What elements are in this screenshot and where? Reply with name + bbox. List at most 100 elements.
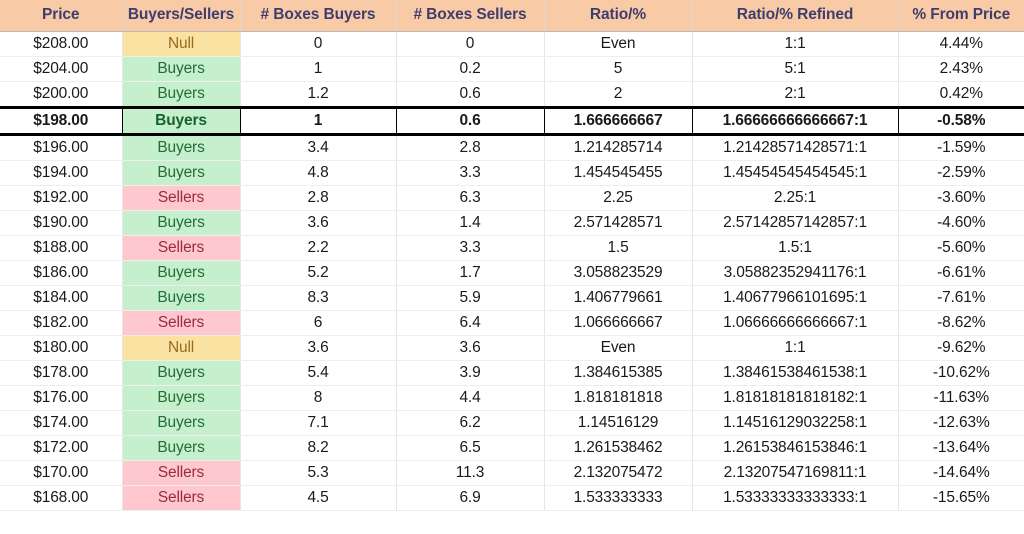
- cell-boxes-buyers[interactable]: 8.3: [240, 285, 397, 311]
- cell-ratio-refined[interactable]: 1.14516129032258:1: [692, 410, 899, 436]
- cell-boxes-sellers[interactable]: 11.3: [396, 460, 545, 486]
- cell-boxes-buyers[interactable]: 4.5: [240, 485, 397, 511]
- cell-ratio[interactable]: 1.14516129: [544, 410, 693, 436]
- cell-boxes-sellers[interactable]: 3.6: [396, 335, 545, 361]
- cell-ratio-refined[interactable]: 3.05882352941176:1: [692, 260, 899, 286]
- table-row[interactable]: $204.00 Buyers 1 0.2 5 5:1 2.43%: [0, 56, 1024, 82]
- cell-ratio[interactable]: 1.818181818: [544, 385, 693, 411]
- status-badge[interactable]: Buyers: [122, 81, 241, 108]
- cell-boxes-sellers[interactable]: 6.3: [396, 185, 545, 211]
- status-badge[interactable]: Sellers: [122, 485, 241, 511]
- cell-ratio[interactable]: 1.066666667: [544, 310, 693, 336]
- cell-price[interactable]: $176.00: [0, 385, 123, 411]
- cell-ratio[interactable]: 1.533333333: [544, 485, 693, 511]
- cell-price[interactable]: $168.00: [0, 485, 123, 511]
- cell-price[interactable]: $170.00: [0, 460, 123, 486]
- cell-pct-from-price[interactable]: -14.64%: [898, 460, 1024, 486]
- status-badge[interactable]: Sellers: [122, 235, 241, 261]
- status-badge[interactable]: Buyers: [122, 260, 241, 286]
- column-header-boxes-sellers[interactable]: # Boxes Sellers: [396, 0, 545, 32]
- cell-boxes-buyers[interactable]: 5.3: [240, 460, 397, 486]
- cell-ratio-refined[interactable]: 1.45454545454545:1: [692, 160, 899, 186]
- table-row[interactable]: $182.00 Sellers 6 6.4 1.066666667 1.066666666…: [0, 310, 1024, 336]
- cell-ratio-refined[interactable]: 1.21428571428571:1: [692, 134, 899, 161]
- table-row[interactable]: $176.00 Buyers 8 4.4 1.818181818 1.8181818181…: [0, 385, 1024, 411]
- status-badge[interactable]: Buyers: [122, 385, 241, 411]
- cell-ratio-refined[interactable]: 1.53333333333333:1: [692, 485, 899, 511]
- cell-price[interactable]: $182.00: [0, 310, 123, 336]
- status-badge[interactable]: Buyers: [122, 210, 241, 236]
- cell-boxes-buyers[interactable]: 3.6: [240, 210, 397, 236]
- cell-pct-from-price[interactable]: -10.62%: [898, 360, 1024, 386]
- table-row[interactable]: $198.00 Buyers 1 0.6 1.666666667 1.6666666666…: [0, 106, 1024, 136]
- cell-ratio-refined[interactable]: 2:1: [692, 81, 899, 108]
- table-row[interactable]: $178.00 Buyers 5.4 3.9 1.384615385 1.38461538…: [0, 360, 1024, 386]
- cell-boxes-buyers[interactable]: 3.6: [240, 335, 397, 361]
- cell-pct-from-price[interactable]: -11.63%: [898, 385, 1024, 411]
- cell-ratio-refined[interactable]: 1:1: [692, 335, 899, 361]
- cell-price[interactable]: $208.00: [0, 31, 123, 57]
- cell-price[interactable]: $178.00: [0, 360, 123, 386]
- table-row[interactable]: $196.00 Buyers 3.4 2.8 1.214285714 1.21428571…: [0, 134, 1024, 161]
- cell-pct-from-price[interactable]: -0.58%: [898, 106, 1024, 136]
- cell-pct-from-price[interactable]: -1.59%: [898, 134, 1024, 161]
- cell-ratio-refined[interactable]: 2.13207547169811:1: [692, 460, 899, 486]
- cell-pct-from-price[interactable]: -9.62%: [898, 335, 1024, 361]
- status-badge[interactable]: Buyers: [122, 360, 241, 386]
- cell-pct-from-price[interactable]: -5.60%: [898, 235, 1024, 261]
- cell-ratio[interactable]: 1.454545455: [544, 160, 693, 186]
- table-row[interactable]: $188.00 Sellers 2.2 3.3 1.5 1.5:1 -5.60%: [0, 235, 1024, 261]
- table-row[interactable]: $168.00 Sellers 4.5 6.9 1.533333333 1.5333333…: [0, 485, 1024, 511]
- cell-ratio[interactable]: Even: [544, 335, 693, 361]
- cell-boxes-buyers[interactable]: 8.2: [240, 435, 397, 461]
- cell-pct-from-price[interactable]: -6.61%: [898, 260, 1024, 286]
- cell-boxes-buyers[interactable]: 6: [240, 310, 397, 336]
- cell-boxes-buyers[interactable]: 0: [240, 31, 397, 57]
- cell-price[interactable]: $196.00: [0, 134, 123, 161]
- status-badge[interactable]: Sellers: [122, 460, 241, 486]
- cell-price[interactable]: $194.00: [0, 160, 123, 186]
- status-badge[interactable]: Buyers: [122, 410, 241, 436]
- cell-boxes-buyers[interactable]: 5.2: [240, 260, 397, 286]
- cell-ratio[interactable]: 5: [544, 56, 693, 82]
- column-header-pct-from-price[interactable]: % From Price: [898, 0, 1024, 32]
- column-header-price[interactable]: Price: [0, 0, 123, 32]
- cell-boxes-sellers[interactable]: 0.6: [396, 81, 545, 108]
- table-row[interactable]: $174.00 Buyers 7.1 6.2 1.14516129 1.145161290…: [0, 410, 1024, 436]
- cell-price[interactable]: $172.00: [0, 435, 123, 461]
- cell-price[interactable]: $188.00: [0, 235, 123, 261]
- cell-pct-from-price[interactable]: -13.64%: [898, 435, 1024, 461]
- cell-ratio-refined[interactable]: 1.26153846153846:1: [692, 435, 899, 461]
- cell-boxes-buyers[interactable]: 1.2: [240, 81, 397, 108]
- cell-pct-from-price[interactable]: -7.61%: [898, 285, 1024, 311]
- status-badge[interactable]: Sellers: [122, 310, 241, 336]
- column-header-buyers-sellers[interactable]: Buyers/Sellers: [122, 0, 241, 32]
- cell-boxes-buyers[interactable]: 4.8: [240, 160, 397, 186]
- status-badge[interactable]: Sellers: [122, 185, 241, 211]
- status-badge[interactable]: Null: [122, 335, 241, 361]
- cell-boxes-buyers[interactable]: 5.4: [240, 360, 397, 386]
- cell-boxes-sellers[interactable]: 6.2: [396, 410, 545, 436]
- cell-pct-from-price[interactable]: -2.59%: [898, 160, 1024, 186]
- cell-boxes-buyers[interactable]: 1: [240, 106, 397, 136]
- cell-ratio[interactable]: 1.5: [544, 235, 693, 261]
- cell-boxes-sellers[interactable]: 1.4: [396, 210, 545, 236]
- cell-boxes-sellers[interactable]: 2.8: [396, 134, 545, 161]
- table-row[interactable]: $192.00 Sellers 2.8 6.3 2.25 2.25:1 -3.60%: [0, 185, 1024, 211]
- status-badge[interactable]: Buyers: [122, 435, 241, 461]
- cell-ratio[interactable]: 1.214285714: [544, 134, 693, 161]
- status-badge[interactable]: Buyers: [122, 160, 241, 186]
- cell-ratio-refined[interactable]: 1.5:1: [692, 235, 899, 261]
- table-row[interactable]: $186.00 Buyers 5.2 1.7 3.058823529 3.05882352…: [0, 260, 1024, 286]
- cell-price[interactable]: $192.00: [0, 185, 123, 211]
- cell-ratio[interactable]: 2.25: [544, 185, 693, 211]
- cell-boxes-sellers[interactable]: 0.2: [396, 56, 545, 82]
- cell-ratio[interactable]: 2.571428571: [544, 210, 693, 236]
- cell-ratio-refined[interactable]: 1.81818181818182:1: [692, 385, 899, 411]
- cell-boxes-buyers[interactable]: 3.4: [240, 134, 397, 161]
- table-row[interactable]: $170.00 Sellers 5.3 11.3 2.132075472 2.132075…: [0, 460, 1024, 486]
- cell-ratio-refined[interactable]: 2.25:1: [692, 185, 899, 211]
- cell-boxes-sellers[interactable]: 0.6: [396, 106, 545, 136]
- table-row[interactable]: $200.00 Buyers 1.2 0.6 2 2:1 0.42%: [0, 81, 1024, 108]
- cell-price[interactable]: $190.00: [0, 210, 123, 236]
